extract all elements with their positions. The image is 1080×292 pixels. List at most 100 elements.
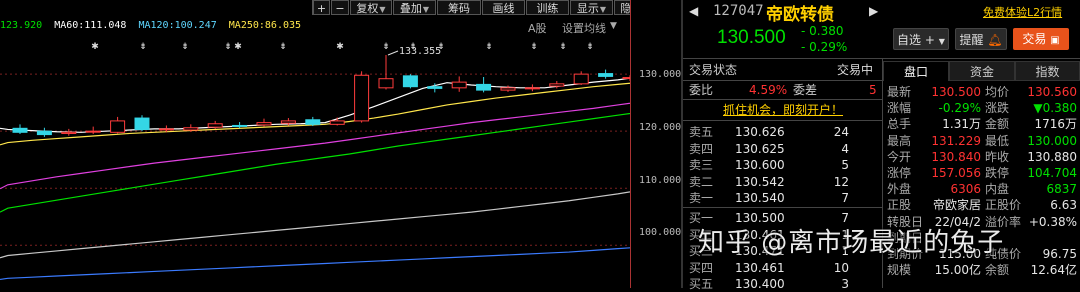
event-marker: ⇟ [224, 42, 232, 52]
candle-body [134, 117, 150, 130]
prev-stock-icon[interactable]: ◀ [689, 4, 698, 18]
dropdown-arrow-icon: ▼ [599, 5, 607, 14]
weicha-value: 5 [869, 83, 877, 97]
event-marker: ⇟ [382, 42, 390, 52]
stat-label: 涨幅 [887, 101, 912, 116]
plus-icon: + [924, 33, 935, 47]
ask-volume: 12 [833, 174, 849, 189]
stat-value [1019, 230, 1077, 246]
candle-body [305, 119, 321, 125]
ma250-value: MA250:86.035 [228, 20, 302, 31]
alert-button[interactable]: 提醒 🔔︎ [955, 28, 1007, 50]
stat-value: 6.63 [1050, 198, 1077, 213]
ma60-value: MA60:111.048 [54, 20, 127, 31]
candle-body [524, 87, 540, 90]
ask-price[interactable]: 130.542 [735, 174, 785, 190]
event-marker: ✱ [234, 42, 242, 52]
watch-label: 自选 [897, 33, 922, 47]
candle-body [549, 83, 565, 87]
stat-value: 6837 [1046, 182, 1077, 197]
overlay-button[interactable]: 叠加▼ [393, 0, 436, 15]
weibi-label: 委比 [689, 83, 714, 97]
alert-label: 提醒 [959, 33, 984, 47]
ask-price[interactable]: 130.625 [735, 141, 785, 157]
trade-icon: ▣ [1050, 35, 1060, 46]
ma120-value: MA120:100.247 [138, 20, 217, 31]
ask-price[interactable]: 130.626 [735, 124, 785, 140]
candle-body [598, 73, 614, 77]
axis-tick: 110.000 [639, 175, 682, 186]
ask-price[interactable]: 130.600 [735, 157, 785, 173]
trading-status-label: 交易状态 [689, 63, 738, 77]
hide-button[interactable]: 隐藏▼ [614, 0, 630, 15]
ma-line-ma20 [0, 102, 630, 190]
tab-capital[interactable]: 资金 [949, 61, 1015, 81]
ma20-value: 123.920 [0, 20, 43, 31]
bid-price[interactable]: 130.400 [735, 276, 785, 292]
dropdown-arrow-icon: ▼ [379, 5, 386, 14]
dropdown-arrow-icon: ▼ [422, 5, 430, 14]
open-account-promo-link[interactable]: 抓住机会，即刻开户！ [723, 102, 843, 118]
zoom-in-button[interactable]: + [313, 0, 330, 15]
restore-rights-button[interactable]: 复权▼ [350, 0, 392, 15]
quote-panel: ◀ 127047 帝欧转债 ▶ 免费体验L2行情 130.500 - 0.380… [683, 0, 1080, 291]
ma-line-ma10 [0, 82, 630, 146]
ask-volume: 24 [833, 125, 849, 139]
button-label: 筹码 [448, 2, 470, 15]
event-marker: ⇟ [485, 42, 493, 52]
candle-body [354, 74, 370, 122]
chart-toolbar: ↑ + − 复权▼ 叠加▼ 筹码 画线 训练 显示▼ 隐藏▼ ▶ [0, 0, 630, 16]
stat-label: 外盘 [887, 182, 912, 197]
ask-price[interactable]: 130.540 [735, 190, 785, 206]
kline-chart[interactable]: 133.355✱ ⇟ ⇟ ⇟ ✱ ⇟ ✱ ⇟ ⇟ ⇟ ⇟ ⇟ ⇟ ⇟ [0, 0, 630, 288]
display-button[interactable]: 显示▼ [570, 0, 613, 15]
settings-dropdown-icon[interactable]: ▼ [610, 21, 617, 31]
candle-body [183, 127, 199, 131]
stat-label: 正股价 [985, 198, 1022, 213]
stat-value: 96.75 [1042, 247, 1077, 261]
event-marker: ⇟ [409, 42, 417, 52]
kline-chart-pane[interactable]: 133.355✱⇟⇟⇟✱⇟✱⇟⇟⇟⇟⇟⇟⇟ ↑ + − 复权▼ 叠加▼ 筹码 画… [0, 0, 630, 288]
candle-body [207, 123, 223, 128]
bid-price[interactable]: 130.461 [735, 260, 785, 276]
stat-label: 金额 [985, 117, 1010, 132]
next-stock-icon[interactable]: ▶ [869, 4, 878, 18]
high-annotation-label: 133.355 [399, 46, 441, 57]
tab-index[interactable]: 指数 [1015, 61, 1080, 81]
a-share-label[interactable]: A股 [528, 20, 547, 36]
ask-level-label: 卖二 [689, 174, 714, 189]
dropdown-arrow-icon: ▼ [938, 37, 945, 46]
draw-line-button[interactable]: 画线 [482, 0, 525, 15]
stat-label: 最高 [887, 133, 912, 148]
stat-value: 1716万 [1034, 117, 1077, 132]
ask-level-label: 卖四 [689, 141, 714, 156]
stat-value: 131.229 [931, 133, 981, 148]
stat-label: 正股 [887, 198, 912, 213]
add-watchlist-button[interactable]: 自选 + ▼ [893, 28, 949, 50]
candle-body [256, 122, 272, 126]
candle-body [378, 78, 394, 89]
stat-label: 规模 [887, 263, 912, 278]
event-marker: ⇟ [181, 42, 189, 52]
button-label: 画线 [492, 2, 515, 15]
button-label: 显示 [576, 2, 599, 15]
stat-value: 130.000 [1027, 133, 1077, 148]
event-marker: ✱ [336, 42, 344, 52]
tab-handicap[interactable]: 盘口 [883, 61, 949, 81]
ask-level-label: 卖五 [689, 125, 714, 139]
stat-value: 130.500 [931, 85, 981, 99]
price-axis: 130.000 120.000 110.000 100.000 [630, 0, 683, 288]
button-label: 隐藏 [620, 2, 630, 15]
ask-level-label: 卖三 [689, 158, 714, 172]
candle-body [280, 120, 296, 124]
training-button[interactable]: 训练 [526, 0, 569, 15]
trade-button[interactable]: 交易 ▣ [1013, 28, 1069, 50]
ask-volume: 7 [841, 191, 849, 205]
ma-settings-link[interactable]: 设置均线 [562, 20, 606, 36]
zoom-out-button[interactable]: − [331, 0, 349, 15]
chips-button[interactable]: 筹码 [437, 0, 481, 15]
stat-value: 157.056 [931, 166, 981, 180]
candle-body [158, 128, 174, 131]
security-name: 帝欧转债 [766, 5, 834, 25]
free-l2-trial-link[interactable]: 免费体验L2行情 [983, 4, 1062, 20]
